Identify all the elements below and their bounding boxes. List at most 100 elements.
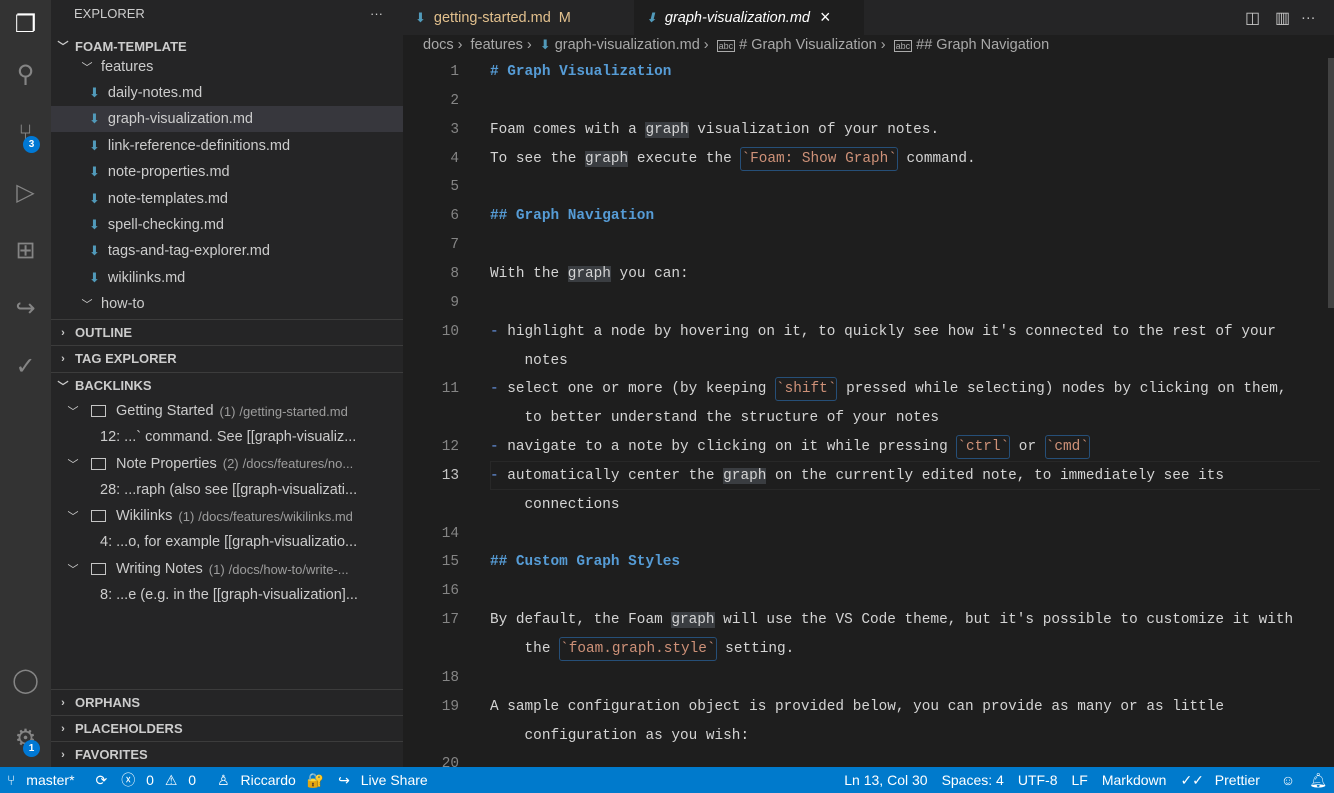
line-content: to better understand the structure of yo… bbox=[490, 404, 940, 433]
backlinks-section[interactable]: ﹀ BACKLINKS bbox=[51, 372, 403, 398]
live-share[interactable]: ↪ Live Share bbox=[338, 772, 435, 789]
file-item[interactable]: ⬇ tags-and-tag-explorer.md bbox=[51, 238, 403, 264]
editor-scrollbar[interactable] bbox=[1320, 58, 1334, 767]
notifications-bell-icon[interactable]: 🔔︎ bbox=[1309, 772, 1327, 789]
live-share-icon[interactable]: ↪ bbox=[0, 284, 51, 332]
source-control-icon[interactable]: ⑂ 3 bbox=[0, 110, 51, 158]
editor-line[interactable]: 9 bbox=[403, 289, 1320, 318]
editor-line[interactable]: 12 - navigate to a note by clicking on it… bbox=[403, 433, 1320, 462]
extensions-icon[interactable]: ⊞ bbox=[0, 226, 51, 274]
line-content: - highlight a node by hovering on it, to… bbox=[490, 318, 1276, 347]
editor-line[interactable]: 6 ## Graph Navigation bbox=[403, 202, 1320, 231]
indentation[interactable]: Spaces: 4 bbox=[942, 772, 1004, 788]
tab-getting-started[interactable]: ⬇ getting-started.md M bbox=[403, 0, 628, 35]
editor-line[interactable]: 3 Foam comes with a graph visualization o… bbox=[403, 116, 1320, 145]
file-item[interactable]: ⬇ spell-checking.md bbox=[51, 212, 403, 238]
editor-line[interactable]: 19 A sample configuration object is provi… bbox=[403, 693, 1320, 722]
tab-graph-visualization[interactable]: ⬇ graph-visualization.md × bbox=[634, 0, 864, 35]
backlink-snippet[interactable]: 12: ...` command. See [[graph-visualiz..… bbox=[51, 424, 403, 450]
backlink-snippet[interactable]: 8: ...e (e.g. in the [[graph-visualizati… bbox=[51, 582, 403, 608]
file-item[interactable]: ⬇ link-reference-definitions.md bbox=[51, 133, 403, 159]
encoding[interactable]: UTF-8 bbox=[1018, 772, 1058, 788]
file-item[interactable]: ⬇ note-properties.md bbox=[51, 159, 403, 185]
token: graph bbox=[671, 612, 715, 629]
placeholders-section[interactable]: › PLACEHOLDERS bbox=[51, 715, 403, 741]
editor-line[interactable]: 5 bbox=[403, 173, 1320, 202]
editor-line[interactable]: 20 bbox=[403, 750, 1320, 767]
line-content: A sample configuration object is provide… bbox=[490, 693, 1224, 722]
line-content: ## Graph Navigation bbox=[490, 202, 654, 231]
language-mode[interactable]: Markdown bbox=[1102, 772, 1167, 788]
editor-line[interactable]: 15 ## Custom Graph Styles bbox=[403, 548, 1320, 577]
editor-line[interactable]: 13 - automatically center the graph on th… bbox=[403, 462, 1320, 491]
editor-line[interactable]: 14 bbox=[403, 520, 1320, 549]
editor-line[interactable]: 11 - select one or more (by keeping `shif… bbox=[403, 375, 1320, 404]
editor-line[interactable]: 7 bbox=[403, 231, 1320, 260]
editor-line[interactable]: the `foam.graph.style` setting. bbox=[403, 635, 1320, 664]
settings-badge: 1 bbox=[23, 740, 40, 757]
more-actions-icon[interactable]: ··· bbox=[370, 6, 383, 21]
line-number: 20 bbox=[441, 756, 459, 767]
tag-explorer-section[interactable]: › TAG EXPLORER bbox=[51, 345, 403, 371]
editor-line[interactable]: configuration as you wish: bbox=[403, 722, 1320, 751]
editor-line[interactable]: notes bbox=[403, 347, 1320, 376]
prettier[interactable]: ✓✓ Prettier bbox=[1180, 772, 1266, 789]
cursor-position[interactable]: Ln 13, Col 30 bbox=[844, 772, 927, 788]
backlink-item[interactable]: ﹀ Note Properties (2)/docs/features/no... bbox=[51, 451, 403, 477]
section-label: PLACEHOLDERS bbox=[75, 721, 183, 736]
settings-gear-icon[interactable]: ⚙ 1 bbox=[0, 714, 51, 762]
breadcrumb-features[interactable]: features bbox=[471, 37, 523, 53]
document-icon bbox=[91, 457, 106, 470]
problems[interactable]: ⓧ 0 ⚠ 0 bbox=[121, 770, 203, 790]
line-ending[interactable]: LF bbox=[1072, 772, 1088, 788]
token: # Graph Visualization bbox=[490, 64, 672, 80]
editor[interactable]: 1 # Graph Visualization 2 3 Foam comes with … bbox=[403, 58, 1320, 767]
backlink-item[interactable]: ﹀ Getting Started (1)/getting-started.md bbox=[51, 398, 403, 424]
document-icon bbox=[91, 405, 106, 417]
editor-line[interactable]: 10 - highlight a node by hovering on it, … bbox=[403, 318, 1320, 347]
file-item[interactable]: ⬇ wikilinks.md bbox=[51, 265, 403, 291]
editor-line[interactable]: connections bbox=[403, 491, 1320, 520]
editor-line[interactable]: 8 With the graph you can: bbox=[403, 260, 1320, 289]
user[interactable]: ♙ Riccardo 🔐 bbox=[217, 772, 324, 789]
editor-line[interactable]: 1 # Graph Visualization bbox=[403, 58, 1320, 87]
favorites-section[interactable]: › FAVORITES bbox=[51, 741, 403, 767]
editor-line[interactable]: 17 By default, the Foam graph will use th… bbox=[403, 606, 1320, 635]
backlink-snippet[interactable]: 28: ...raph (also see [[graph-visualizat… bbox=[51, 477, 403, 503]
chevron-down-icon: ﹀ bbox=[67, 458, 79, 471]
breadcrumb-file[interactable]: graph-visualization.md bbox=[555, 37, 700, 53]
editor-line[interactable]: 4 To see the graph execute the `Foam: Sho… bbox=[403, 145, 1320, 174]
orphans-section[interactable]: › ORPHANS bbox=[51, 689, 403, 715]
folder-features[interactable]: ﹀ features bbox=[51, 54, 403, 80]
outline-section[interactable]: › OUTLINE bbox=[51, 319, 403, 345]
file-item[interactable]: ⬇ note-templates.md bbox=[51, 186, 403, 212]
more-actions-icon[interactable]: ··· bbox=[1289, 0, 1328, 35]
breadcrumb-subheading[interactable]: ## Graph Navigation bbox=[916, 37, 1049, 53]
close-icon[interactable]: × bbox=[820, 7, 831, 28]
explorer-icon[interactable]: ❐ bbox=[0, 0, 51, 48]
folder-how-to[interactable]: ﹀ how-to bbox=[51, 291, 403, 317]
tasks-check-icon[interactable]: ✓ bbox=[0, 342, 51, 390]
backlink-title: Wikilinks bbox=[116, 508, 173, 525]
editor-line[interactable]: to better understand the structure of yo… bbox=[403, 404, 1320, 433]
account-icon[interactable]: ◯ bbox=[0, 656, 51, 704]
breadcrumb-docs[interactable]: docs bbox=[423, 37, 454, 53]
editor-line[interactable]: 18 bbox=[403, 664, 1320, 693]
token: pressed while selecting) nodes by clicki… bbox=[837, 381, 1287, 398]
backlink-snippet[interactable]: 4: ...o, for example [[graph-visualizati… bbox=[51, 529, 403, 555]
file-item[interactable]: ⬇ daily-notes.md bbox=[51, 80, 403, 106]
editor-line[interactable]: 16 bbox=[403, 577, 1320, 606]
editor-line[interactable]: 2 bbox=[403, 87, 1320, 116]
token: With the bbox=[490, 265, 568, 282]
scrollbar-thumb[interactable] bbox=[1328, 58, 1334, 308]
backlink-item[interactable]: ﹀ Wikilinks (1)/docs/features/wikilinks.md bbox=[51, 503, 403, 529]
file-item[interactable]: ⬇ graph-visualization.md bbox=[51, 106, 403, 133]
feedback-icon[interactable]: ☺ bbox=[1281, 772, 1295, 788]
backlink-item[interactable]: ﹀ Writing Notes (1)/docs/how-to/write-... bbox=[51, 556, 403, 582]
sync-icon[interactable]: ⟳ bbox=[96, 772, 108, 789]
search-icon[interactable]: ⚲ bbox=[0, 50, 51, 98]
token: `cmd` bbox=[1044, 435, 1090, 460]
breadcrumb-heading[interactable]: # Graph Visualization bbox=[739, 37, 877, 53]
run-debug-icon[interactable]: ▷ bbox=[0, 168, 51, 216]
branch[interactable]: ⑂ master* bbox=[7, 772, 82, 788]
